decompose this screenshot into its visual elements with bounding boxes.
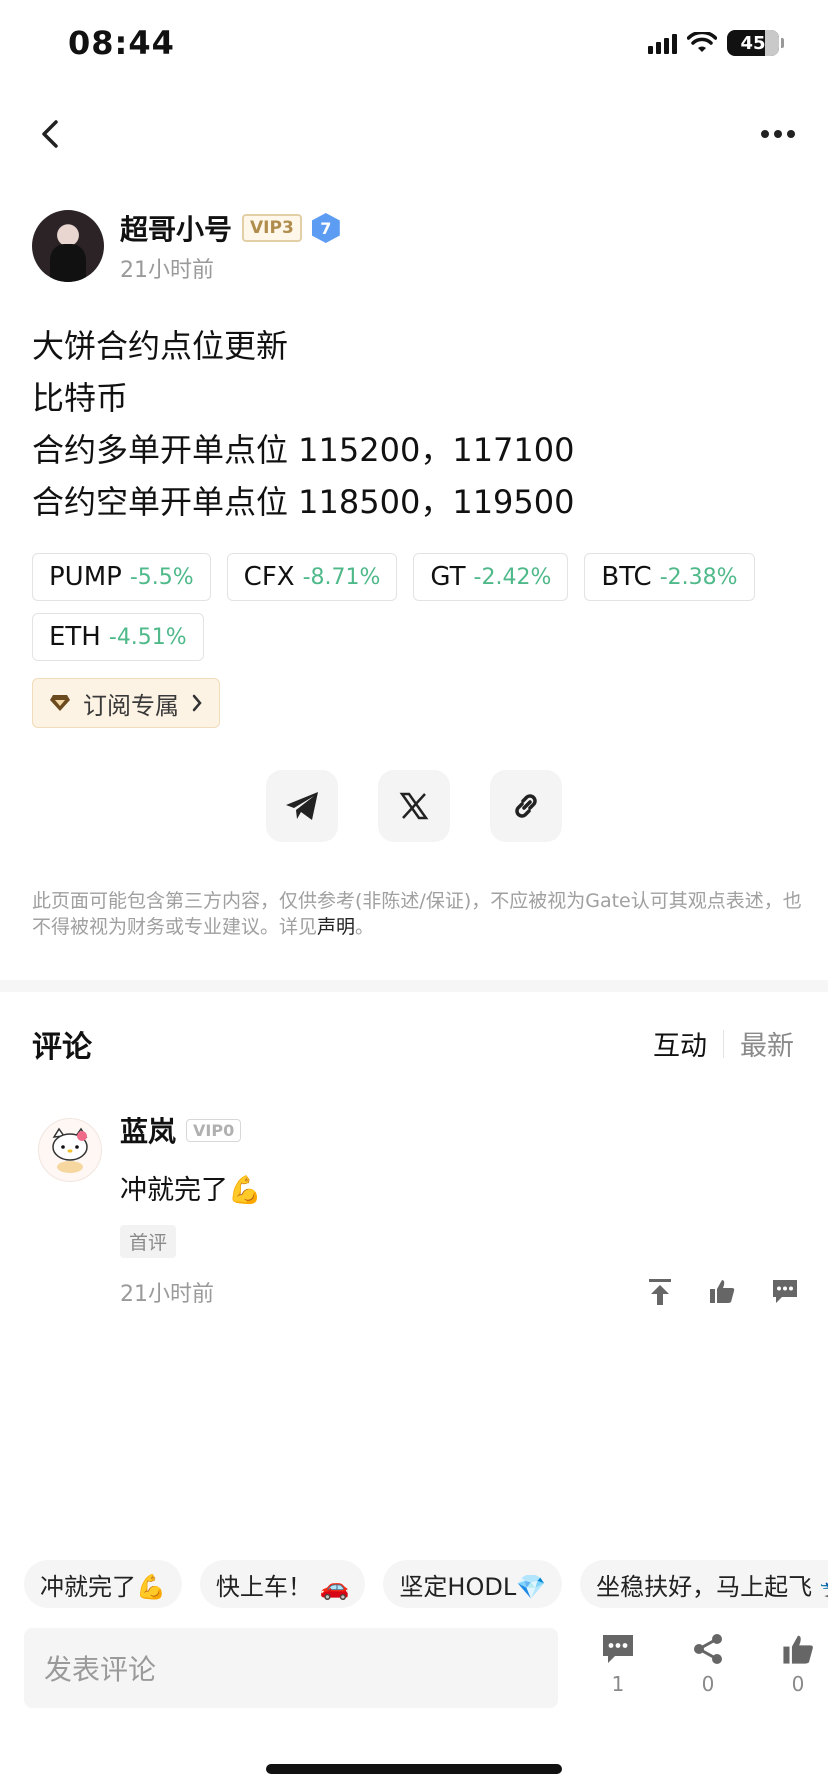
comment-sort: 互动 最新 (653, 1024, 794, 1063)
battery-level: 45 (740, 32, 766, 54)
coin-tag-cfx[interactable]: CFX -8.71% (226, 553, 398, 601)
coin-symbol: BTC (601, 562, 652, 592)
disclaimer: 此页面可能包含第三方内容，仅供参考(非陈述/保证)，不应被视为Gate认可其观点… (32, 888, 802, 940)
coin-change: -5.5% (129, 564, 194, 590)
post-line: 大饼合约点位更新 (32, 327, 289, 365)
author-row: 超哥小号 VIP3 7 (120, 208, 340, 248)
commenter-avatar[interactable] (38, 1118, 102, 1182)
quick-reply-chip[interactable]: 冲就完了💪 (24, 1560, 182, 1608)
coin-change: -4.51% (108, 624, 187, 650)
comment-input[interactable]: 发表评论 (24, 1628, 558, 1708)
post-time: 21小时前 (120, 258, 214, 283)
author-name[interactable]: 超哥小号 (120, 208, 232, 248)
comment-actions (646, 1277, 800, 1307)
level-badge: 7 (311, 213, 340, 243)
status-bar: 08:44 45 (0, 0, 828, 90)
commenter-vip-badge: VIP0 (186, 1118, 242, 1142)
share-x-button[interactable] (378, 770, 450, 842)
disclaimer-end: 。 (355, 916, 375, 938)
pin-top-icon[interactable] (646, 1277, 674, 1307)
share-icon (694, 1634, 722, 1664)
hello-kitty-avatar-icon (52, 1127, 88, 1173)
comment-time: 21小时前 (120, 1282, 214, 1307)
vip-badge: VIP3 (242, 214, 302, 242)
author-header[interactable]: 超哥小号 VIP3 7 21小时前 (32, 208, 340, 284)
comment-icon (603, 1635, 633, 1663)
share-row (266, 770, 562, 842)
home-indicator (266, 1764, 562, 1774)
diamond-icon (50, 695, 70, 711)
coin-symbol: CFX (243, 562, 295, 592)
post-line: 合约多单开单点位 115200，117100 (32, 431, 575, 469)
quick-reply-chip[interactable]: 快上车！ 🚗 (199, 1560, 366, 1608)
coin-symbol: ETH (49, 622, 101, 652)
share-count: 0 (701, 1672, 715, 1696)
battery-tip (781, 38, 784, 48)
comment-count: 1 (611, 1672, 625, 1696)
disclaimer-text: 此页面可能包含第三方内容，仅供参考(非陈述/保证)，不应被视为Gate认可其观点… (32, 890, 802, 938)
author-meta: 超哥小号 VIP3 7 21小时前 (120, 208, 340, 284)
disclaimer-link[interactable]: 声明 (317, 916, 355, 938)
battery-icon: 45 (727, 30, 779, 56)
sort-separator (723, 1029, 724, 1058)
coin-change: -2.38% (659, 564, 738, 590)
post-line: 合约空单开单点位 118500，119500 (32, 483, 575, 521)
sort-interaction-tab[interactable]: 互动 (653, 1024, 707, 1063)
quick-reply-chip[interactable]: 坐稳扶好，马上起飞 🛫 (580, 1560, 828, 1608)
comment-reply-icon[interactable] (770, 1277, 800, 1305)
coin-symbol: GT (430, 562, 466, 592)
coin-tag-gt[interactable]: GT -2.42% (413, 553, 569, 601)
first-comment-badge: 首评 (120, 1225, 177, 1258)
subscribe-exclusive-button[interactable]: 订阅专属 (32, 678, 220, 728)
comments-title: 评论 (32, 1030, 92, 1065)
chevron-right-icon (192, 694, 202, 712)
coin-tags: PUMP -5.5% CFX -8.71% GT -2.42% BTC -2.38% E… (32, 553, 802, 661)
coin-tag-pump[interactable]: PUMP -5.5% (32, 553, 211, 601)
status-icons: 45 (648, 30, 784, 56)
author-avatar[interactable] (32, 210, 104, 282)
like-count: 0 (791, 1672, 805, 1696)
comment-text: 冲就完了💪 (120, 1175, 262, 1206)
wifi-icon (687, 32, 717, 52)
thumbs-up-icon (783, 1635, 813, 1664)
share-count-button[interactable]: 0 (680, 1632, 736, 1696)
coin-symbol: PUMP (49, 562, 122, 592)
post-body: 大饼合约点位更新 比特币 合约多单开单点位 115200，117100 合约空单… (32, 320, 796, 528)
subscribe-label: 订阅专属 (83, 691, 179, 720)
thumbs-up-icon[interactable] (708, 1277, 736, 1305)
copy-link-button[interactable] (490, 770, 562, 842)
section-divider (0, 980, 828, 992)
more-dots-icon (761, 130, 795, 138)
coin-tag-eth[interactable]: ETH -4.51% (32, 613, 204, 661)
like-count-button[interactable]: 0 (770, 1632, 826, 1696)
commenter-name[interactable]: 蓝岚 (120, 1110, 176, 1150)
comment-header: 蓝岚 VIP0 (120, 1110, 800, 1150)
coin-tag-btc[interactable]: BTC -2.38% (584, 553, 755, 601)
x-icon (399, 792, 429, 820)
quick-reply-row: 冲就完了💪 快上车！ 🚗 坚定HODL💎 坐稳扶好，马上起飞 🛫 (24, 1560, 828, 1608)
sort-latest-tab[interactable]: 最新 (740, 1024, 794, 1063)
share-telegram-button[interactable] (266, 770, 338, 842)
comment-item: 蓝岚 VIP0 冲就完了💪 首评 21小时前 (120, 1110, 800, 1308)
bottom-actions: 1 0 0 (590, 1632, 826, 1696)
quick-reply-chip[interactable]: 坚定HODL💎 (383, 1560, 563, 1608)
coin-change: -8.71% (302, 564, 381, 590)
cellular-signal-icon (648, 32, 677, 54)
link-icon (515, 794, 537, 818)
comment-footer: 21小时前 (120, 1276, 800, 1308)
coin-change: -2.42% (473, 564, 552, 590)
more-button[interactable] (756, 112, 800, 156)
status-time: 08:44 (68, 24, 175, 62)
back-button[interactable] (28, 112, 72, 156)
telegram-icon (286, 792, 318, 820)
post-line: 比特币 (32, 379, 129, 417)
chevron-left-icon (42, 120, 58, 148)
comments-count-button[interactable]: 1 (590, 1632, 646, 1696)
